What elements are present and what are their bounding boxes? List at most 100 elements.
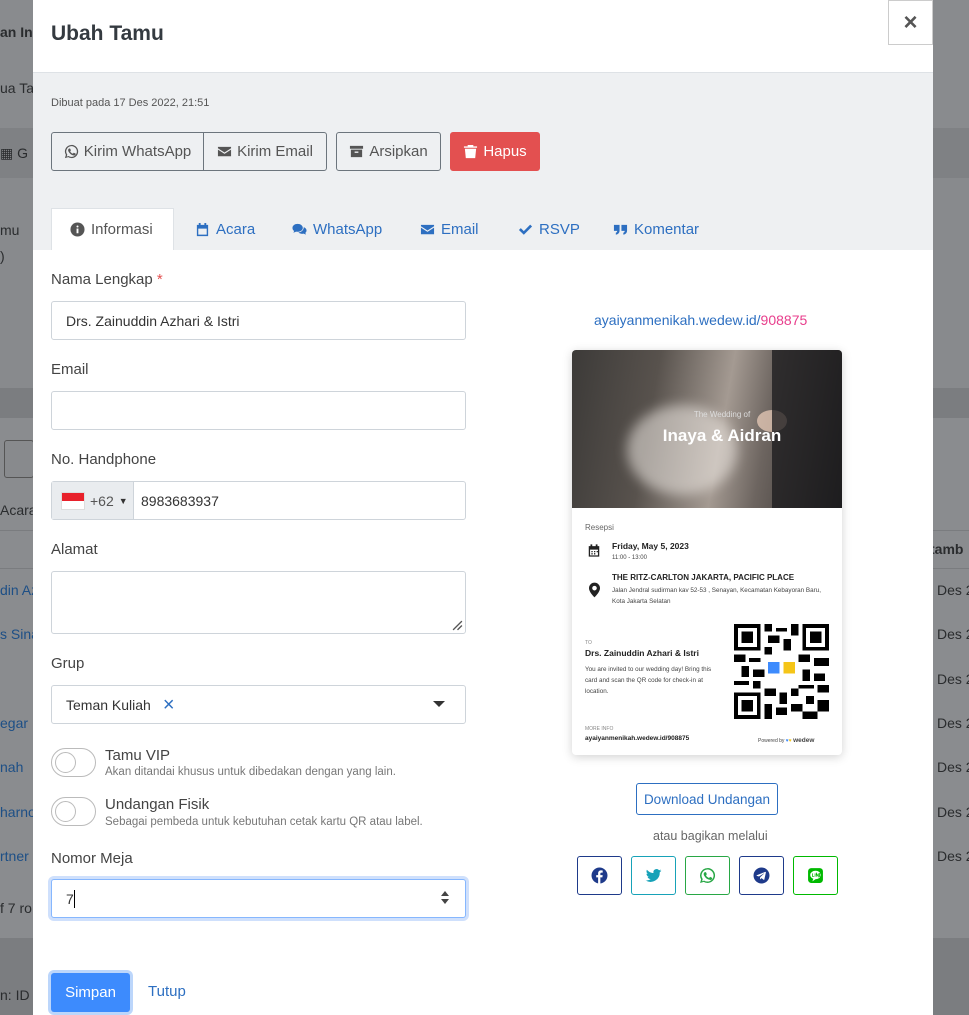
address-label: Alamat <box>51 541 98 558</box>
bg-link: rtner <box>0 848 29 864</box>
phone-value: 8983683937 <box>141 492 219 509</box>
card-couple-names: Inaya & Aidran <box>662 426 782 445</box>
download-invitation-button[interactable]: Download Undangan <box>636 783 778 815</box>
physical-invite-description: Sebagai pembeda untuk kebutuhan cetak ka… <box>105 816 423 828</box>
bg-date: Des 2 <box>937 848 969 864</box>
bg-text: ▦ G <box>0 145 29 161</box>
invite-url[interactable]: ayaiyanmenikah.wedew.id/908875 <box>594 312 807 328</box>
bg-download-button <box>4 440 34 478</box>
location-pin-icon <box>589 582 600 598</box>
bg-link: harno <box>0 804 36 820</box>
tab-label: Email <box>441 220 479 238</box>
vip-description: Akan ditandai khusus untuk dibedakan den… <box>105 766 396 778</box>
required-mark: * <box>156 271 163 288</box>
tab-label: RSVP <box>539 220 580 238</box>
bg-text: ua Ta <box>0 80 34 96</box>
card-message: You are invited to our wedding day! Brin… <box>585 666 712 695</box>
email-input[interactable] <box>51 391 466 430</box>
archive-button[interactable]: Arsipkan <box>336 132 441 171</box>
name-value: Drs. Zainuddin Azhari & Istri <box>66 312 240 329</box>
tab-komentar[interactable]: Komentar <box>613 208 699 250</box>
tab-label: Acara <box>216 220 256 238</box>
tab-whatsapp[interactable]: WhatsApp <box>292 208 382 250</box>
delete-button[interactable]: Hapus <box>450 132 540 171</box>
tab-rsvp[interactable]: RSVP <box>518 208 580 250</box>
modal-title: Ubah Tamu <box>51 22 164 45</box>
card-venue: THE RITZ-CARLTON JAKARTA, PACIFIC PLACE <box>612 573 795 582</box>
envelope-icon <box>420 224 435 234</box>
table-number-value: 7 <box>66 890 74 907</box>
physical-invite-toggle[interactable] <box>51 797 96 826</box>
card-event-name: Resepsi <box>585 523 614 532</box>
close-link[interactable]: Tutup <box>148 983 186 1000</box>
card-powered-by: Powered by ♥♥ wedew <box>758 737 815 744</box>
bg-date: Des 2 <box>937 671 969 687</box>
country-code: +62 <box>90 492 114 509</box>
card-address: Jalan Jendral sudirman kav 52-53 , Senay… <box>612 587 821 605</box>
group-label: Grup <box>51 655 85 672</box>
group-select[interactable]: Teman Kuliah × <box>51 685 466 724</box>
bg-date: Des 2 <box>937 715 969 731</box>
send-email-label: Kirim Email <box>237 143 313 160</box>
toggle-knob <box>55 752 76 773</box>
archive-label: Arsipkan <box>369 143 428 160</box>
group-value: Teman Kuliah <box>66 696 151 713</box>
tab-label: WhatsApp <box>313 220 383 238</box>
name-label: Nama Lengkap * <box>51 271 163 288</box>
tab-label: Komentar <box>634 220 700 238</box>
modal-header: Ubah Tamu <box>33 0 933 73</box>
spin-down-icon[interactable] <box>441 899 449 904</box>
clear-icon[interactable]: × <box>163 695 175 715</box>
resize-handle-icon[interactable] <box>452 620 463 631</box>
facebook-icon <box>591 867 608 884</box>
invite-url-code: 908875 <box>760 312 808 328</box>
invite-url-base: ayaiyanmenikah.wedew.id/ <box>594 312 761 328</box>
vip-title: Tamu VIP <box>105 747 171 764</box>
bg-date: Des 2 <box>937 804 969 820</box>
modal-footer: Simpan Tutup <box>33 940 933 1015</box>
qr-code <box>734 624 829 719</box>
email-label: Email <box>51 361 89 378</box>
table-number-input[interactable]: 7 <box>51 879 466 918</box>
close-button[interactable]: × <box>888 0 933 45</box>
share-facebook-button[interactable] <box>577 856 622 895</box>
address-textarea[interactable] <box>51 571 466 634</box>
card-date: Friday, May 5, 2023 <box>612 541 689 551</box>
envelope-icon <box>218 146 232 157</box>
toggle-knob <box>55 801 76 822</box>
info-icon <box>70 222 85 237</box>
check-icon <box>518 224 533 235</box>
tab-informasi[interactable]: Informasi <box>51 208 174 250</box>
country-code-select[interactable]: +62 ▼ <box>52 482 134 519</box>
send-email-button[interactable]: Kirim Email <box>203 132 327 171</box>
spin-up-icon[interactable] <box>441 891 449 896</box>
bg-text: mu <box>0 222 20 238</box>
share-whatsapp-button[interactable] <box>685 856 730 895</box>
bg-text: ) <box>0 248 5 264</box>
bg-link: egar <box>0 715 29 731</box>
trash-icon <box>464 144 478 159</box>
physical-invite-title: Undangan Fisik <box>105 796 210 813</box>
bg-date: Des 2 <box>937 582 969 598</box>
save-button[interactable]: Simpan <box>51 973 130 1012</box>
bg-text: Acara <box>0 502 37 518</box>
send-whatsapp-label: Kirim WhatsApp <box>83 143 192 160</box>
share-twitter-button[interactable] <box>631 856 676 895</box>
phone-label: No. Handphone <box>51 451 157 468</box>
number-spinner[interactable] <box>441 891 449 904</box>
name-input[interactable]: Drs. Zainuddin Azhari & Istri <box>51 301 466 340</box>
card-time: 11:00 - 13:00 <box>612 555 647 561</box>
bg-text: an In <box>0 24 33 40</box>
share-line-button[interactable] <box>793 856 838 895</box>
tab-email[interactable]: Email <box>420 208 479 250</box>
bg-date: Des 2 <box>937 759 969 775</box>
send-whatsapp-button[interactable]: Kirim WhatsApp <box>51 132 204 171</box>
invitation-card: The Wedding of Inaya & Aidran Resepsi Fr… <box>572 350 842 755</box>
tab-label: Informasi <box>91 221 153 238</box>
phone-input[interactable]: +62 ▼ 8983683937 <box>51 481 466 520</box>
vip-toggle[interactable] <box>51 748 96 777</box>
tab-acara[interactable]: Acara <box>195 208 255 250</box>
caret-down-icon: ▼ <box>118 495 128 506</box>
quote-icon <box>613 224 628 235</box>
share-telegram-button[interactable] <box>739 856 784 895</box>
